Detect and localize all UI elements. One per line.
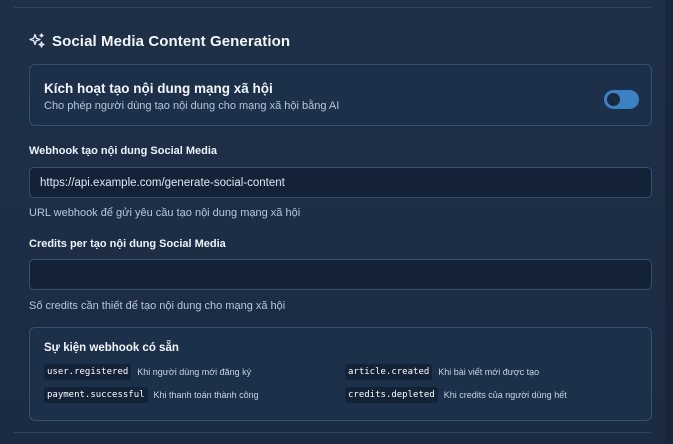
toggle-title: Kích hoạt tạo nội dung mạng xã hội [44,81,273,96]
settings-panel: Social Media Content Generation Kích hoạ… [0,0,665,444]
webhook-label: Webhook tạo nội dung Social Media [29,145,218,157]
enable-social-content-switch[interactable] [604,90,639,109]
event-code: payment.successful [44,387,148,403]
toggle-description: Cho phép người dùng tạo nội dung cho mạn… [44,100,340,112]
credits-label: Credits per tạo nội dung Social Media [29,238,226,250]
webhook-url-input[interactable] [29,167,652,198]
event-description: Khi credits của người dùng hết [443,390,567,400]
webhook-events-card: Sự kiện webhook có sẵn user.registered K… [29,327,652,421]
top-divider [14,7,651,8]
bottom-divider [14,432,651,433]
social-content-toggle-card: Kích hoạt tạo nội dung mạng xã hội Cho p… [29,64,652,126]
events-title: Sự kiện webhook có sẵn [44,342,179,354]
switch-knob [607,93,620,106]
sparkle-icon [29,33,45,49]
section-title: Social Media Content Generation [52,32,291,50]
event-code: article.created [345,364,433,380]
event-item: credits.depleted Khi credits của người d… [345,387,567,403]
credits-input[interactable] [29,259,652,290]
event-description: Khi bài viết mới được tạo [438,367,540,377]
event-description: Khi thanh toán thành công [153,390,259,400]
event-description: Khi người dùng mới đăng ký [137,367,252,377]
event-item: user.registered Khi người dùng mới đăng … [44,364,251,380]
credits-help-text: Số credits cần thiết để tạo nội dung cho… [29,300,286,312]
event-code: user.registered [44,364,132,380]
scrollbar-track[interactable] [665,0,673,444]
section-header: Social Media Content Generation [29,31,290,51]
webhook-help-text: URL webhook để gửi yêu cầu tạo nội dung … [29,207,301,219]
event-item: article.created Khi bài viết mới được tạ… [345,364,539,380]
event-code: credits.depleted [345,387,438,403]
event-item: payment.successful Khi thanh toán thành … [44,387,259,403]
